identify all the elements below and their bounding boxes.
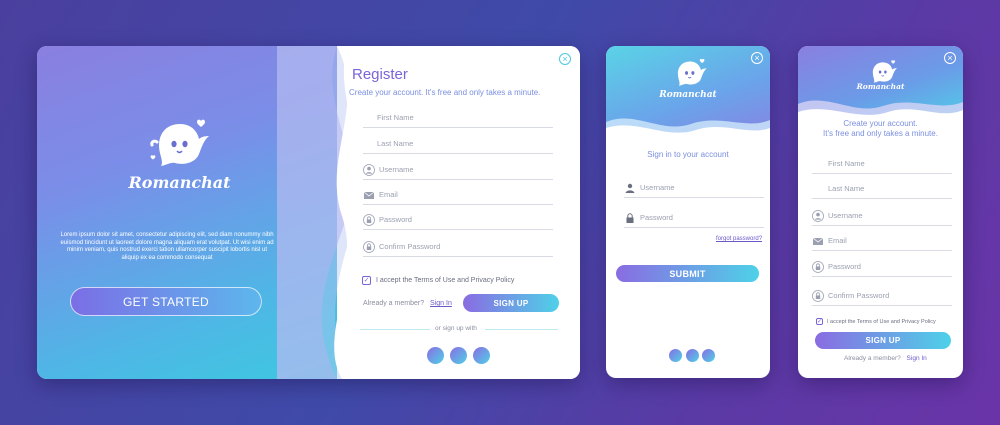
- first-name-field[interactable]: First Name: [812, 156, 952, 174]
- already-member-text: Already a member?: [844, 355, 901, 362]
- first-name-label: First Name: [828, 159, 865, 168]
- mail-icon: [363, 191, 375, 199]
- last-name-field[interactable]: Last Name: [812, 181, 952, 199]
- username-field[interactable]: Username: [624, 180, 764, 198]
- signin-mobile-card: × Romanchat Sign in to your account User…: [606, 46, 770, 378]
- forgot-password-link[interactable]: forgot password?: [716, 236, 762, 242]
- user-icon: [363, 164, 375, 176]
- lock-icon: [626, 213, 634, 223]
- confirm-password-label: Confirm Password: [828, 291, 890, 300]
- password-field[interactable]: Password: [363, 212, 553, 230]
- username-label: Username: [828, 211, 863, 220]
- register-title: Register: [352, 66, 408, 83]
- ghost-logo-icon: [150, 119, 209, 166]
- confirm-password-label: Confirm Password: [379, 242, 441, 251]
- user-icon: [812, 210, 824, 222]
- username-label: Username: [640, 183, 675, 192]
- password-label: Password: [640, 213, 673, 222]
- email-field[interactable]: Email: [363, 187, 553, 205]
- terms-checkbox[interactable]: ✓: [816, 318, 823, 325]
- password-label: Password: [379, 215, 412, 224]
- first-name-field[interactable]: First Name: [363, 110, 553, 128]
- password-field[interactable]: Password: [624, 210, 764, 228]
- close-icon[interactable]: ×: [944, 52, 956, 64]
- social-button-2[interactable]: [450, 347, 467, 364]
- get-started-button[interactable]: GET STARTED: [70, 287, 262, 316]
- email-label: Email: [379, 190, 398, 199]
- social-button-1[interactable]: [669, 349, 682, 362]
- user-icon: [625, 183, 635, 193]
- username-field[interactable]: Username: [363, 162, 553, 180]
- last-name-label: Last Name: [377, 139, 414, 148]
- terms-label: I accept the Terms of Use and Privacy Po…: [376, 277, 515, 284]
- register-subtitle: Create your account. It's free and only …: [349, 88, 541, 97]
- already-member-row: Already a member? Sign In: [363, 300, 452, 307]
- divider-left: [360, 329, 430, 330]
- or-sign-up-label: or sign up with: [435, 325, 477, 332]
- confirm-password-field[interactable]: Confirm Password: [363, 239, 553, 257]
- already-member-text: Already a member?: [363, 300, 425, 307]
- sign-in-link[interactable]: Sign In: [430, 300, 452, 307]
- close-icon[interactable]: ×: [559, 53, 571, 65]
- register-subtitle-2: It's free and only takes a minute.: [823, 129, 938, 138]
- first-name-label: First Name: [377, 113, 414, 122]
- hero-description: Lorem ipsum dolor sit amet, consectetur …: [60, 232, 274, 261]
- terms-row: ✓ I accept the Terms of Use and Privacy …: [362, 276, 514, 285]
- password-field[interactable]: Password: [812, 259, 952, 277]
- terms-checkbox[interactable]: ✓: [362, 276, 371, 285]
- ghost-logo-icon: [677, 58, 707, 86]
- sign-in-link[interactable]: Sign In: [907, 355, 927, 362]
- email-field[interactable]: Email: [812, 233, 952, 251]
- register-mobile-card: × Romanchat Create your account. It's fr…: [798, 46, 963, 378]
- brand-name: Romanchat: [659, 90, 717, 100]
- username-field[interactable]: Username: [812, 208, 952, 226]
- social-button-2[interactable]: [686, 349, 699, 362]
- social-button-1[interactable]: [427, 347, 444, 364]
- terms-row: ✓ I accept the Terms of Use and Privacy …: [816, 318, 936, 325]
- signin-title: Sign in to your account: [647, 150, 729, 159]
- brand-name: Romanchat: [128, 173, 231, 192]
- sign-up-button[interactable]: SIGN UP: [815, 332, 951, 349]
- email-label: Email: [828, 236, 847, 245]
- password-label: Password: [828, 262, 861, 271]
- brand-name: Romanchat: [856, 82, 905, 91]
- last-name-field[interactable]: Last Name: [363, 136, 553, 154]
- register-subtitle-1: Create your account.: [843, 119, 918, 128]
- terms-label: I accept the Terms of Use and Privacy Po…: [827, 318, 936, 325]
- header-wave: [606, 118, 770, 148]
- register-desktop-card: Romanchat Lorem ipsum dolor sit amet, co…: [37, 46, 580, 379]
- close-icon[interactable]: ×: [751, 52, 763, 64]
- sign-up-button[interactable]: SIGN UP: [463, 294, 559, 312]
- divider-right: [485, 329, 558, 330]
- lock-icon: [363, 241, 375, 253]
- lock-icon: [812, 290, 824, 302]
- social-button-3[interactable]: [702, 349, 715, 362]
- submit-button[interactable]: SUBMIT: [616, 265, 759, 282]
- already-member-row: Already a member? Sign In: [844, 355, 927, 362]
- social-button-3[interactable]: [473, 347, 490, 364]
- mail-icon: [812, 237, 824, 245]
- confirm-password-field[interactable]: Confirm Password: [812, 288, 952, 306]
- lock-icon: [812, 261, 824, 273]
- username-label: Username: [379, 165, 414, 174]
- lock-icon: [363, 214, 375, 226]
- last-name-label: Last Name: [828, 184, 865, 193]
